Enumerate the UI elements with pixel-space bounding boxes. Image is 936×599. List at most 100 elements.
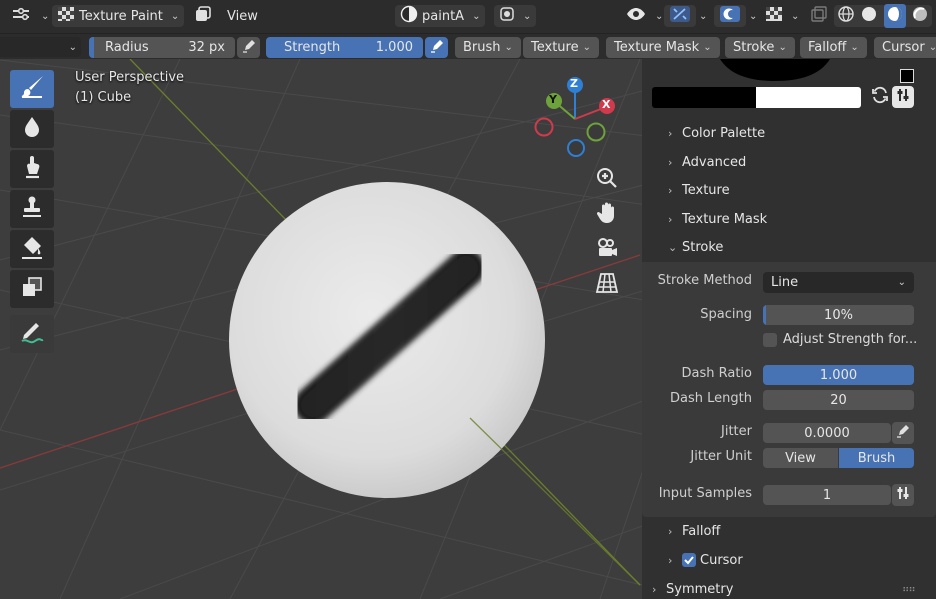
- view-menu[interactable]: View: [222, 5, 263, 27]
- input-samples-value: 1: [822, 487, 832, 503]
- panel-section-advanced[interactable]: › Advanced: [642, 149, 936, 175]
- jitter-field[interactable]: 0.0000: [763, 423, 891, 443]
- jitter-unit-view-label: View: [785, 450, 816, 466]
- panel-section-texture-mask[interactable]: › Texture Mask: [642, 206, 936, 232]
- value-slider-indicator[interactable]: [900, 69, 914, 83]
- pan-button[interactable]: [592, 200, 622, 230]
- annotate-tool-button[interactable]: [10, 315, 54, 353]
- checker-icon: [765, 6, 783, 26]
- color-wheel[interactable]: [720, 59, 830, 81]
- image-selector[interactable]: paintA ⌄: [395, 5, 486, 27]
- rendered-shading-icon[interactable]: [911, 5, 929, 27]
- radius-pressure-toggle[interactable]: [237, 37, 260, 58]
- primary-color-swatch[interactable]: [652, 87, 756, 108]
- panel-section-stroke[interactable]: ⌄ Stroke: [642, 234, 936, 260]
- panel-section-cursor[interactable]: › Cursor: [642, 547, 936, 573]
- active-object-label: (1) Cube: [75, 90, 132, 105]
- panel-section-falloff[interactable]: › Falloff: [642, 518, 936, 544]
- drop-icon: [21, 115, 43, 143]
- input-samples-field[interactable]: 1: [763, 485, 891, 505]
- chevron-down-icon[interactable]: ⌄: [690, 5, 712, 27]
- visibility-selector[interactable]: ⌄: [620, 5, 668, 27]
- input-samples-default-toggle[interactable]: [892, 484, 914, 506]
- texture-mask-menu-label: Texture Mask: [614, 40, 700, 55]
- strength-field[interactable]: Strength 1.000: [266, 37, 423, 58]
- fill-tool-button[interactable]: [10, 230, 54, 268]
- checkbox[interactable]: [763, 332, 777, 347]
- brush-selector[interactable]: ⌄: [0, 37, 81, 57]
- smear-tool-button[interactable]: [10, 150, 54, 188]
- texture-menu-label: Texture: [531, 40, 579, 55]
- unified-color-toggle[interactable]: [892, 86, 914, 108]
- chevron-down-icon: ⌄: [703, 42, 712, 53]
- panel-section-color-palette[interactable]: › Color Palette: [642, 120, 936, 146]
- jitter-pressure-toggle[interactable]: [892, 422, 914, 444]
- falloff-menu[interactable]: Falloff ⌄: [800, 37, 867, 58]
- tool-settings-bar: ⌄ Radius 32 px Strength 1.000 Brush ⌄ Tex…: [0, 33, 936, 59]
- layers-icon: [194, 5, 212, 27]
- chevron-down-icon: ⌄: [504, 42, 513, 53]
- panel-section-texture[interactable]: › Texture: [642, 177, 936, 203]
- navigation-gizmo[interactable]: Z Y X: [530, 74, 620, 164]
- soften-tool-button[interactable]: [10, 110, 54, 148]
- adjust-strength-checkbox[interactable]: Adjust Strength for...: [763, 332, 917, 347]
- texture-mask-menu[interactable]: Texture Mask ⌄: [606, 37, 720, 58]
- jitter-unit-label: Jitter Unit: [690, 449, 752, 464]
- camera-icon: [595, 237, 619, 263]
- spacing-field[interactable]: 10%: [763, 305, 914, 325]
- jitter-label: Jitter: [721, 424, 752, 439]
- swap-colors-button[interactable]: [869, 86, 891, 108]
- mask-tool-button[interactable]: [10, 270, 54, 308]
- texture-overlay-button[interactable]: ⌄: [760, 5, 804, 27]
- spacing-label: Spacing: [700, 307, 752, 322]
- strength-pressure-toggle[interactable]: [425, 37, 448, 58]
- jitter-unit-view-option[interactable]: View: [763, 448, 838, 468]
- mode-selector[interactable]: Texture Paint ⌄: [52, 5, 185, 27]
- input-samples-label: Input Samples: [658, 486, 752, 501]
- solid-shading-icon[interactable]: [860, 5, 878, 27]
- wireframe-shading-icon[interactable]: [837, 5, 855, 27]
- tool-shelf: [9, 70, 56, 353]
- dash-ratio-label: Dash Ratio: [681, 366, 753, 381]
- slot-toggle-button[interactable]: [189, 5, 217, 27]
- xray-toggle[interactable]: [805, 5, 833, 27]
- dash-ratio-field[interactable]: 1.000: [763, 365, 914, 385]
- checkbox[interactable]: [682, 553, 696, 567]
- xray-icon: [810, 5, 828, 27]
- material-shading-icon[interactable]: [883, 4, 906, 28]
- chevron-right-icon: ›: [668, 212, 673, 226]
- draw-tool-button[interactable]: [10, 70, 54, 108]
- secondary-color-swatch[interactable]: [756, 87, 861, 108]
- overlay-icon: [719, 5, 741, 27]
- chevron-right-icon: ›: [652, 582, 657, 596]
- chevron-down-icon: ⌄: [850, 42, 859, 53]
- smear-finger-icon: [21, 154, 43, 184]
- grid-perspective-icon: [595, 272, 619, 298]
- jitter-unit-brush-option[interactable]: Brush: [839, 448, 914, 468]
- editor-header: ⌄ Texture Paint ⌄ View paintA ⌄ ⌄ ⌄ ⌄ ⌄ …: [0, 0, 936, 33]
- resize-grip-icon[interactable]: ⠶⠶: [902, 584, 916, 595]
- color-swatches[interactable]: [652, 87, 861, 108]
- dash-length-field[interactable]: 20: [763, 390, 914, 410]
- panel-section-symmetry[interactable]: › Symmetry: [642, 576, 936, 599]
- camera-view-button[interactable]: [592, 235, 622, 265]
- brush-menu[interactable]: Brush ⌄: [455, 37, 521, 58]
- chevron-down-icon: ⌄: [928, 42, 936, 53]
- checker-icon: [57, 6, 75, 26]
- view-perspective-label: User Perspective: [75, 70, 185, 85]
- eye-icon: [625, 6, 647, 26]
- stroke-menu[interactable]: Stroke ⌄: [725, 37, 795, 58]
- editor-type-button[interactable]: ⌄: [6, 5, 54, 27]
- texture-menu[interactable]: Texture ⌄: [523, 37, 599, 58]
- clone-tool-button[interactable]: [10, 190, 54, 228]
- section-label: Falloff: [682, 523, 721, 539]
- stroke-method-select[interactable]: Line ⌄: [763, 272, 914, 293]
- checkmark-icon: [684, 556, 694, 565]
- cursor-menu[interactable]: Cursor ⌄: [874, 37, 936, 58]
- radius-field[interactable]: Radius 32 px: [89, 37, 235, 58]
- gizmo-icon: [669, 5, 691, 27]
- color-mode-selector[interactable]: ⌄: [494, 5, 537, 27]
- zoom-button[interactable]: [592, 165, 622, 195]
- chevron-down-icon: ⌄: [170, 10, 180, 22]
- ortho-toggle-button[interactable]: [592, 270, 622, 300]
